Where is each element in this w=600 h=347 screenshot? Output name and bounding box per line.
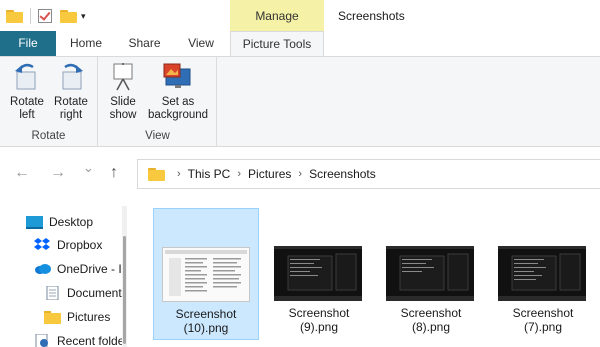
qat-divider: [30, 8, 31, 24]
set-as-background-button[interactable]: Set as background: [143, 61, 213, 122]
rotate-left-icon: [11, 61, 43, 91]
tab-view[interactable]: View: [176, 31, 226, 56]
sidebar-item-label: Pictures: [67, 310, 111, 324]
ribbon-group-label-rotate: Rotate: [31, 130, 66, 142]
sidebar-item-label: Desktop: [49, 215, 94, 229]
file-name: Screenshot (7).png: [490, 306, 596, 334]
properties-check-icon[interactable]: [38, 9, 52, 23]
breadcrumb-separator[interactable]: ›: [237, 168, 241, 180]
file-thumbnail: [386, 246, 474, 301]
manage-context-tab[interactable]: Manage: [230, 0, 324, 31]
file-thumbnail: [274, 246, 362, 301]
ribbon-tabs: File Home Share View Picture Tools: [0, 31, 600, 57]
address-bar[interactable]: › This PC › Pictures › Screenshots: [137, 159, 600, 189]
breadcrumb-separator[interactable]: ›: [298, 168, 302, 180]
desktop-icon: [26, 215, 43, 229]
file-item[interactable]: Screenshot (7).png: [490, 208, 596, 340]
recent-folders-icon: [34, 333, 51, 347]
file-name-line-2: (10).png: [183, 321, 229, 335]
sidebar-item-label: Dropbox: [57, 238, 103, 252]
sidebar-item-label: Recent folde: [57, 334, 125, 347]
rotate-right-button[interactable]: Rotate right: [50, 61, 92, 122]
customize-dropdown-icon[interactable]: ▾: [81, 11, 86, 22]
sidebar-item-desktop[interactable]: Desktop: [26, 211, 146, 233]
tab-home[interactable]: Home: [60, 31, 112, 56]
ribbon-group-label-view: View: [145, 130, 170, 142]
file-name: Screenshot (10).png: [154, 307, 258, 335]
tab-picture-tools[interactable]: Picture Tools: [230, 31, 324, 57]
file-name-line-1: Screenshot: [512, 306, 574, 320]
breadcrumb-screenshots[interactable]: Screenshots: [309, 167, 376, 181]
set-as-background-label-2: background: [147, 109, 209, 121]
folder-icon: [6, 9, 23, 23]
sidebar-scrollbar[interactable]: [122, 206, 127, 347]
window-title: Screenshots: [338, 9, 405, 23]
onedrive-icon: [34, 262, 51, 276]
forward-arrow-icon[interactable]: →: [50, 164, 66, 182]
sidebar-item-label: OneDrive - I: [57, 262, 122, 276]
breadcrumb-separator[interactable]: ›: [177, 168, 181, 180]
address-folder-icon: [148, 168, 165, 181]
file-thumbnail: [162, 247, 250, 302]
back-arrow-icon[interactable]: ←: [14, 164, 30, 182]
scrollbar-thumb[interactable]: [123, 236, 126, 344]
breadcrumb-pictures[interactable]: Pictures: [248, 167, 291, 181]
file-item[interactable]: Screenshot (10).png: [153, 208, 259, 340]
title-bar: ▾ Manage Screenshots: [0, 0, 600, 31]
ribbon-group-rotate: Rotate left Rotate right Rotate: [0, 57, 98, 146]
new-folder-icon[interactable]: [60, 9, 77, 23]
rotate-right-label-1: Rotate: [54, 96, 88, 108]
slideshow-icon: [107, 61, 139, 91]
quick-access-toolbar: ▾: [6, 6, 86, 26]
set-background-icon: [162, 61, 194, 91]
set-as-background-label-1: Set as: [161, 96, 195, 108]
tab-file[interactable]: File: [0, 31, 56, 56]
documents-icon: [44, 285, 61, 301]
file-name-line-1: Screenshot: [288, 306, 350, 320]
file-name-line-1: Screenshot: [400, 306, 462, 320]
breadcrumb-this-pc[interactable]: This PC: [188, 167, 231, 181]
file-name-line-2: (9).png: [299, 320, 339, 334]
slideshow-label-1: Slide: [110, 96, 136, 108]
file-name-line-2: (8).png: [411, 320, 451, 334]
slideshow-label-2: show: [109, 109, 137, 121]
rotate-left-button[interactable]: Rotate left: [6, 61, 48, 122]
file-list: Screenshot (10).png Screenshot (9).png S…: [135, 200, 600, 347]
file-name-line-1: Screenshot: [175, 307, 237, 321]
rotate-left-label-2: left: [19, 109, 35, 121]
up-arrow-icon[interactable]: ↑: [110, 164, 118, 182]
rotate-right-icon: [55, 61, 87, 91]
ribbon: Rotate left Rotate right Rotate Slide sh…: [0, 56, 600, 147]
recent-locations-chevron-icon[interactable]: ⌄: [83, 160, 94, 176]
dropbox-icon: [34, 238, 51, 252]
pictures-folder-icon: [44, 310, 61, 324]
file-name: Screenshot (8).png: [378, 306, 484, 334]
rotate-right-label-2: right: [59, 109, 83, 121]
slideshow-button[interactable]: Slide show: [105, 61, 141, 122]
file-name-line-2: (7).png: [523, 320, 563, 334]
rotate-left-label-1: Rotate: [10, 96, 44, 108]
sidebar-item-label: Document: [67, 286, 122, 300]
file-thumbnail: [498, 246, 586, 301]
breadcrumb: › This PC › Pictures › Screenshots: [170, 167, 376, 181]
ribbon-group-view: Slide show Set as background View: [99, 57, 217, 146]
file-item[interactable]: Screenshot (8).png: [378, 208, 484, 340]
tab-share[interactable]: Share: [117, 31, 172, 56]
file-item[interactable]: Screenshot (9).png: [266, 208, 372, 340]
file-name: Screenshot (9).png: [266, 306, 372, 334]
navigation-pane: Desktop Dropbox OneDrive - I Document Pi…: [0, 200, 130, 347]
